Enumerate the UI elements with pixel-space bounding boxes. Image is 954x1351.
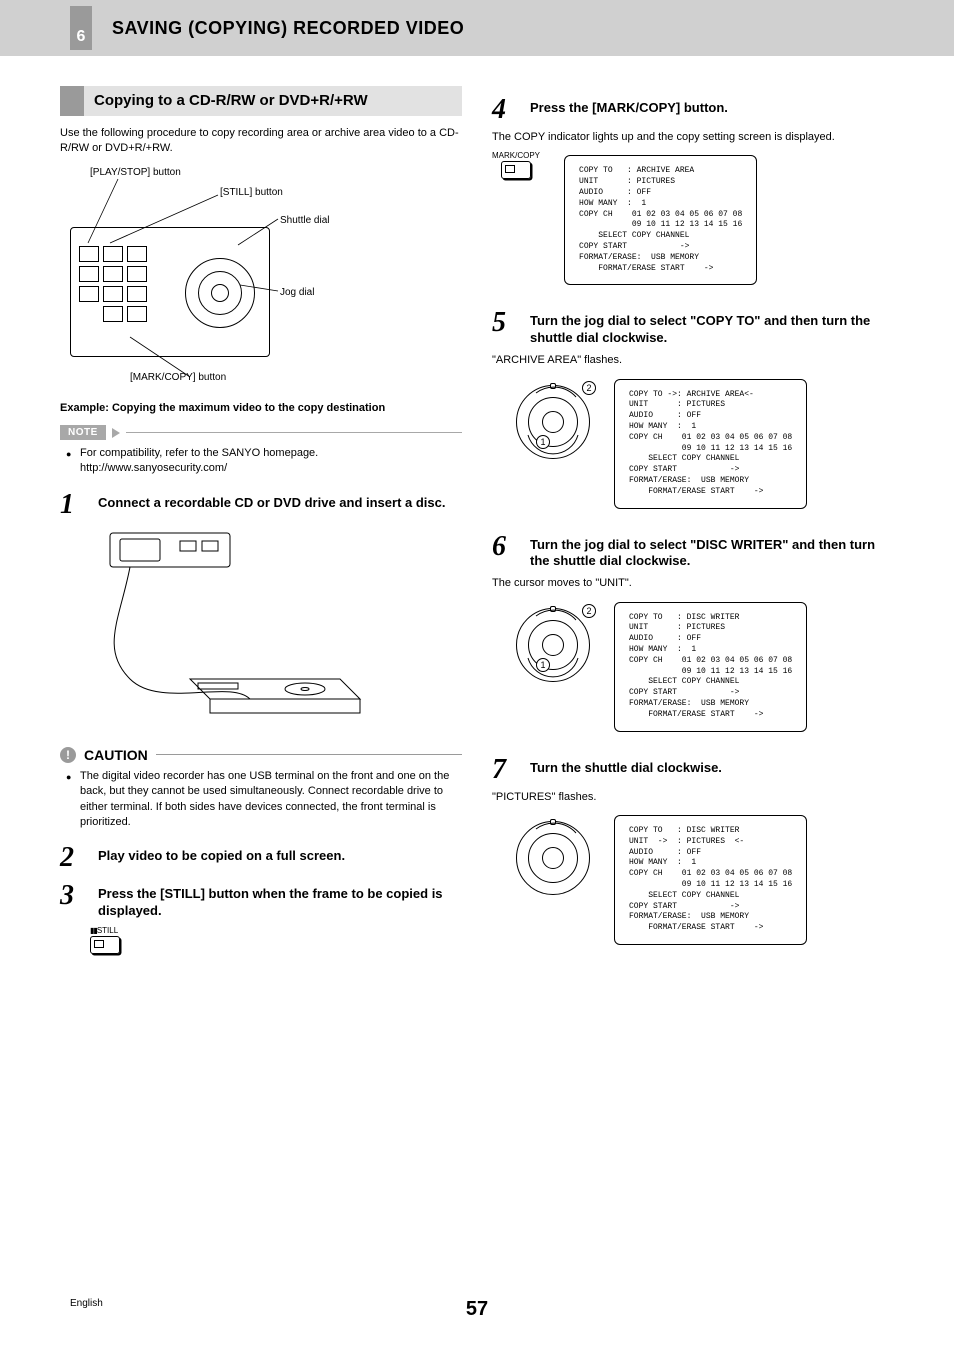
step-3: 3 Press the [STILL] button when the fram…	[60, 882, 462, 920]
content-columns: Copying to a CD-R/RW or DVD+R/+RW Use th…	[0, 56, 954, 969]
caution-item: The digital video recorder has one USB t…	[66, 769, 462, 831]
note-item: For compatibility, refer to the SANYO ho…	[66, 446, 462, 477]
mark-copy-label: [MARK/COPY] button	[130, 372, 226, 383]
chapter-header: 6 SAVING (COPYING) RECORDED VIDEO	[0, 0, 954, 56]
osd-screen-4: COPY TO : ARCHIVE AREA UNIT : PICTURES A…	[564, 155, 757, 285]
note-divider	[126, 432, 462, 433]
mark-copy-button-illustration: MARK/COPY	[492, 151, 540, 179]
step-number: 2	[60, 844, 86, 872]
step-title: Play video to be copied on a full screen…	[98, 848, 345, 865]
still-button-label: STILL	[97, 926, 118, 935]
jog-dial-illustration: 2 1	[516, 385, 590, 459]
example-heading: Example: Copying the maximum video to th…	[60, 401, 462, 415]
intro-text: Use the following procedure to copy reco…	[60, 126, 462, 157]
still-label: [STILL] button	[220, 187, 283, 198]
caution-icon: !	[60, 747, 76, 763]
step-5-body: "ARCHIVE AREA" flashes.	[492, 353, 894, 368]
step-5: 5 Turn the jog dial to select "COPY TO" …	[492, 309, 894, 347]
section-title: Copying to a CD-R/RW or DVD+R/+RW	[60, 86, 462, 116]
step-6-body: The cursor moves to "UNIT".	[492, 576, 894, 591]
step-number: 5	[492, 309, 518, 337]
step-number: 3	[60, 882, 86, 910]
note-header: NOTE	[60, 425, 462, 440]
button-grid	[79, 246, 147, 322]
step-title: Connect a recordable CD or DVD drive and…	[98, 495, 445, 512]
caution-divider	[156, 754, 462, 755]
shuttle-arrow-icon	[516, 821, 816, 971]
jog-center-icon	[211, 284, 229, 302]
step-2: 2 Play video to be copied on a full scre…	[60, 844, 462, 872]
page-footer: English 57	[0, 1298, 954, 1321]
step-6: 6 Turn the jog dial to select "DISC WRIT…	[492, 533, 894, 571]
caution-header: ! CAUTION	[60, 747, 462, 763]
caution-label: CAUTION	[84, 747, 148, 763]
step-title: Press the [MARK/COPY] button.	[530, 100, 728, 117]
chapter-title: SAVING (COPYING) RECORDED VIDEO	[112, 18, 464, 39]
note-badge: NOTE	[60, 425, 106, 440]
shuttle-label: Shuttle dial	[280, 215, 329, 226]
note-arrow-icon	[112, 428, 120, 438]
step-title: Turn the shuttle dial clockwise.	[530, 760, 722, 777]
shuttle-dial-illustration	[516, 821, 590, 895]
step-4-row: MARK/COPY COPY TO : ARCHIVE AREA UNIT : …	[492, 151, 894, 299]
step-title: Press the [STILL] button when the frame …	[98, 886, 462, 920]
play-stop-label: [PLAY/STOP] button	[90, 167, 181, 178]
footer-language: English	[70, 1298, 103, 1309]
jog-label: Jog dial	[280, 287, 314, 298]
note-list: For compatibility, refer to the SANYO ho…	[60, 446, 462, 477]
right-column: 4 Press the [MARK/COPY] button. The COPY…	[492, 86, 894, 969]
still-button-illustration: ▮▮STILL	[90, 926, 150, 954]
jog-dial-illustration: 2 1	[516, 608, 590, 682]
caution-list: The digital video recorder has one USB t…	[60, 769, 462, 831]
step-5-row: 2 1 COPY TO ->: ARCHIVE AREA<- UNIT : PI…	[492, 375, 894, 523]
step-4-body: The COPY indicator lights up and the cop…	[492, 130, 894, 145]
step-7-body: "PICTURES" flashes.	[492, 790, 894, 805]
step-6-row: 2 1 COPY TO : DISC WRITER UNIT : PICTURE…	[492, 598, 894, 746]
left-column: Copying to a CD-R/RW or DVD+R/+RW Use th…	[60, 86, 462, 969]
jog-arrows-icon	[516, 608, 816, 758]
manual-page: 6 SAVING (COPYING) RECORDED VIDEO Copyin…	[0, 0, 954, 1351]
step-7: 7 Turn the shuttle dial clockwise.	[492, 756, 894, 784]
dvr-outline	[70, 227, 270, 357]
step-number: 4	[492, 96, 518, 124]
drive-illustration	[90, 529, 370, 729]
step-number: 7	[492, 756, 518, 784]
chapter-number-tab: 6	[70, 6, 92, 50]
mark-copy-button-label: MARK/COPY	[492, 151, 540, 160]
jog-arrows-icon	[516, 385, 816, 535]
step-7-row: COPY TO : DISC WRITER UNIT -> : PICTURES…	[492, 811, 894, 959]
step-1: 1 Connect a recordable CD or DVD drive a…	[60, 491, 462, 519]
step-title: Turn the jog dial to select "DISC WRITER…	[530, 537, 894, 571]
dvr-panel-diagram: [PLAY/STOP] button [STILL] button Shuttl…	[70, 167, 462, 387]
footer-page-number: 57	[466, 1298, 488, 1321]
step-number: 1	[60, 491, 86, 519]
step-title: Turn the jog dial to select "COPY TO" an…	[530, 313, 894, 347]
step-4: 4 Press the [MARK/COPY] button.	[492, 96, 894, 124]
step-number: 6	[492, 533, 518, 561]
